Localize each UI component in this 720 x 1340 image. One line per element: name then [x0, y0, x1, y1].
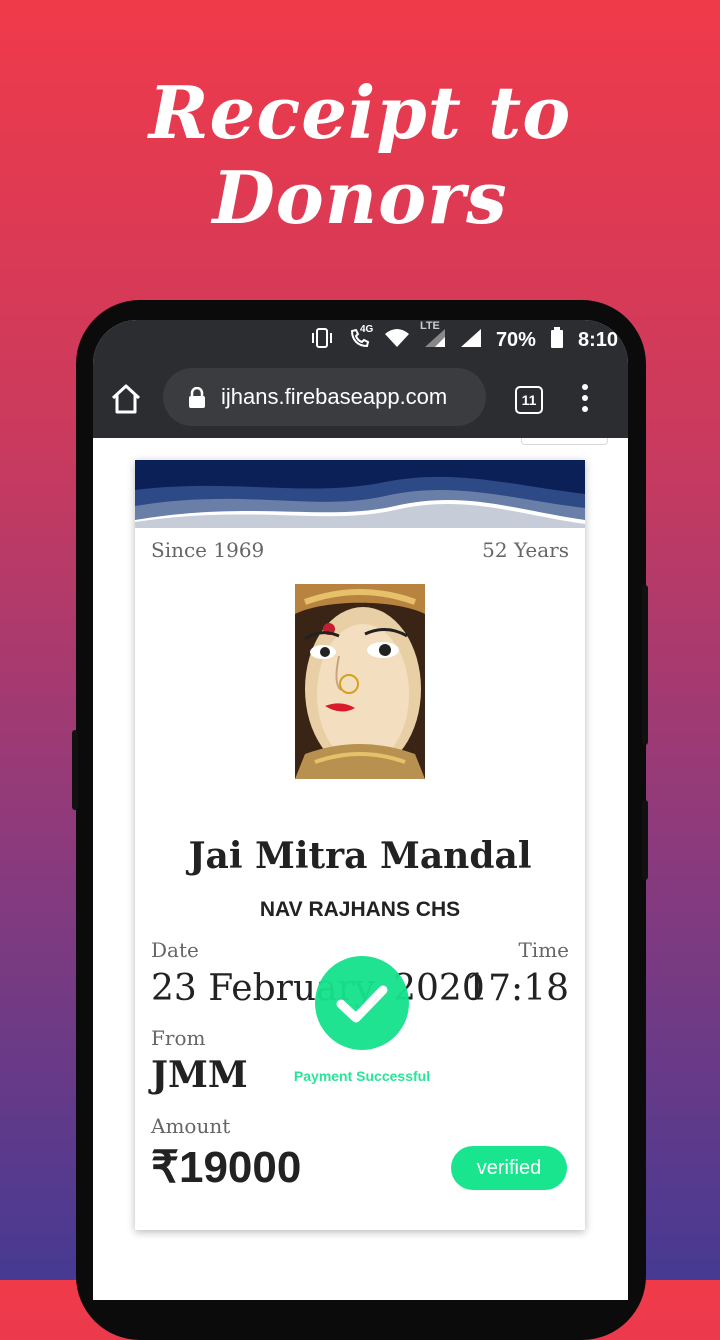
receipt-card: Since 1969 52 Years Jai Mitra Mandal NAV… — [135, 460, 585, 1230]
header-wave — [135, 460, 585, 528]
home-icon[interactable] — [109, 382, 145, 418]
from-value: JMM — [151, 1054, 248, 1096]
phone-side-button — [72, 730, 78, 810]
amount-label: Amount — [151, 1114, 231, 1138]
organization-title: Jai Mitra Mandal — [188, 835, 532, 877]
clock: 8:10 — [577, 329, 618, 351]
web-page: Since 1969 52 Years Jai Mitra Mandal NAV… — [93, 438, 628, 1300]
payment-success-check-icon — [315, 956, 409, 1050]
vibrate-icon — [310, 328, 334, 353]
deity-image — [295, 584, 425, 779]
url-text: ijhans.firebaseapp.com — [221, 384, 448, 409]
years-text: 52 Years — [482, 538, 569, 562]
browser-toolbar: ijhans.firebaseapp.com 11 — [93, 360, 628, 438]
organization-subtitle: NAV RAJHANS CHS — [259, 898, 461, 921]
phone-volume-button — [642, 800, 648, 880]
tab-switcher-button[interactable]: 11 — [515, 386, 543, 414]
from-label: From — [151, 1026, 206, 1050]
network-label: 4G — [359, 324, 374, 335]
payment-status: Payment Successful — [293, 1068, 431, 1084]
time-value: 17:18 — [465, 968, 569, 1009]
amount-value: ₹19000 — [151, 1143, 302, 1192]
since-text: Since 1969 — [151, 538, 265, 562]
status-bar: 4G LTE 70% 8:10 — [93, 320, 628, 360]
lock-icon — [187, 386, 207, 408]
overflow-menu-icon[interactable] — [580, 384, 590, 414]
lte-label: LTE — [419, 320, 440, 332]
lte-signal-icon: LTE — [420, 320, 446, 353]
battery-icon — [550, 327, 564, 354]
time-label: Time — [518, 938, 569, 962]
date-label: Date — [151, 938, 199, 962]
phone-power-button — [642, 585, 648, 745]
wifi-icon — [384, 328, 410, 353]
signal-icon — [460, 328, 482, 353]
verified-badge: verified — [451, 1146, 567, 1190]
address-bar[interactable]: ijhans.firebaseapp.com — [163, 368, 486, 426]
battery-percent: 70% — [495, 329, 536, 351]
phone-screen: 4G LTE 70% 8:10 ijhans.firebaseapp.com 1… — [93, 320, 628, 1300]
promo-headline: Receipt to Donors — [148, 70, 572, 240]
page-top-element — [521, 438, 608, 445]
call-4g-icon: 4G — [348, 324, 373, 353]
